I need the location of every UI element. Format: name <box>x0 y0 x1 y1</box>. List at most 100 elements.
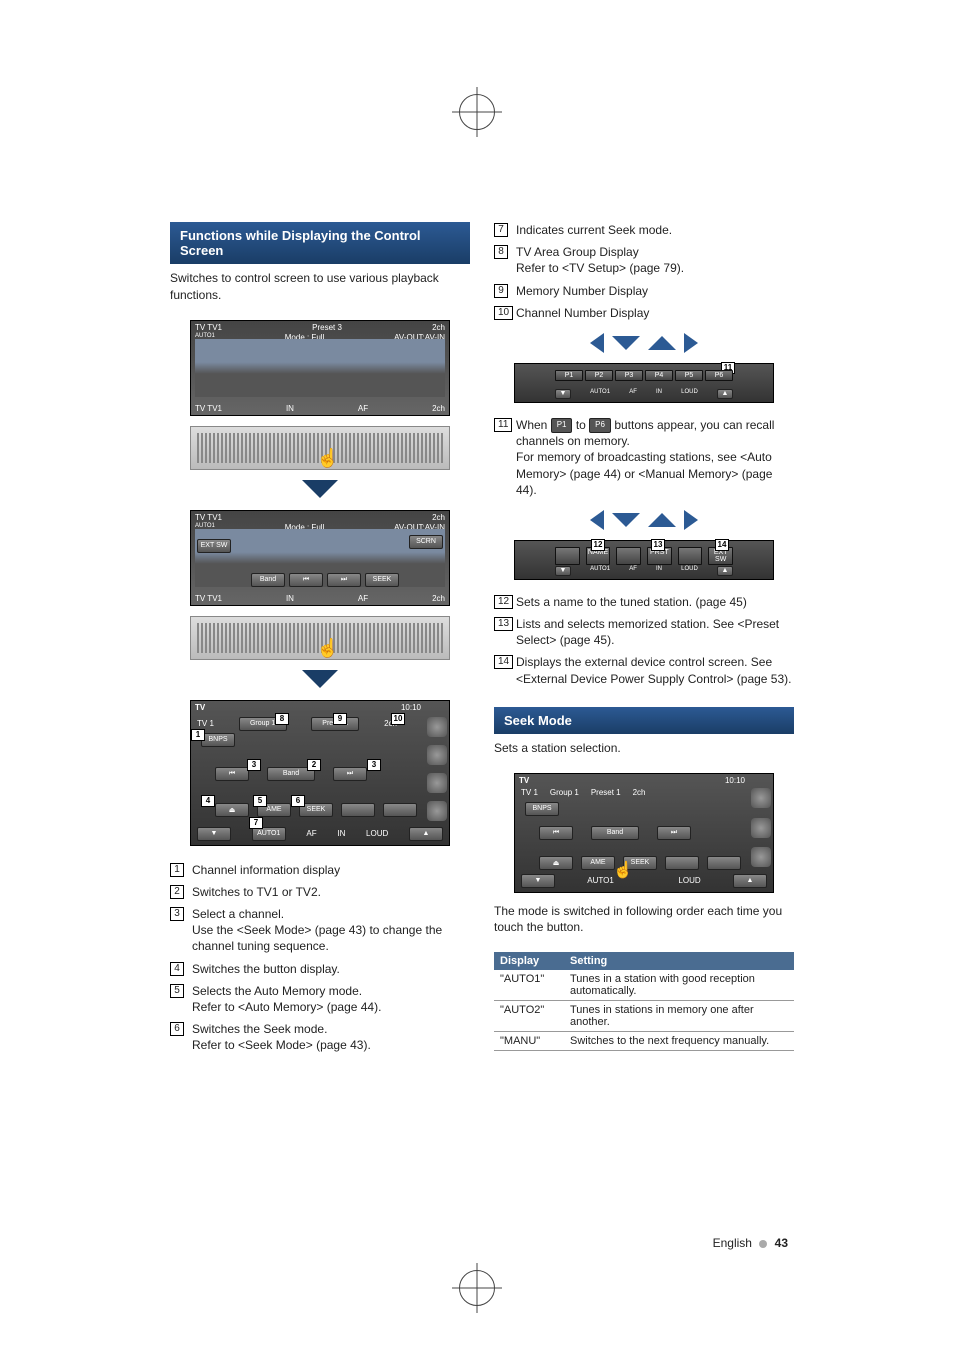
up-arrow-button[interactable]: ▲ <box>409 827 443 841</box>
th-display: Display <box>494 952 564 970</box>
callout-14: 14 <box>715 539 729 551</box>
item-sub: For memory of broadcasting stations, see… <box>516 449 794 498</box>
up-icon <box>648 336 676 350</box>
item-text: Selects the Auto Memory mode. <box>192 984 362 998</box>
blank-button[interactable] <box>616 547 641 565</box>
preset-label: Preset 1 <box>591 788 621 797</box>
next-button[interactable]: ⏭ <box>327 573 361 587</box>
ext-sw-button[interactable]: EXT SW <box>197 539 231 553</box>
th-setting: Setting <box>564 952 794 970</box>
nav-arrows <box>494 333 794 353</box>
preset-strip-2: NAME PRST EXT SW 12 13 14 ▼ AUTO1 AF IN … <box>514 540 774 580</box>
p3-button[interactable]: P3 <box>615 370 643 381</box>
prev-button[interactable]: ⏮ <box>215 767 249 781</box>
down-arrow-button[interactable]: ▼ <box>197 827 231 841</box>
blank-button[interactable] <box>707 856 741 870</box>
loud-label: LOUD <box>366 829 388 838</box>
switch-button[interactable]: ⏏ <box>215 803 249 817</box>
label: TV TV1 <box>195 594 222 603</box>
p2-button[interactable]: P2 <box>585 370 613 381</box>
down-arrow-button[interactable]: ▼ <box>555 566 571 576</box>
up-arrow-button[interactable]: ▲ <box>717 389 733 399</box>
p4-button[interactable]: P4 <box>645 370 673 381</box>
right-callout-list-2: 12Sets a name to the tuned station. (pag… <box>494 594 794 693</box>
blank-button[interactable] <box>383 803 417 817</box>
af-label: AF <box>629 389 637 399</box>
next-button[interactable]: ⏭ <box>657 826 691 840</box>
down-arrow-button[interactable]: ▼ <box>521 874 555 888</box>
in-label: IN <box>337 829 345 838</box>
label: IN <box>286 404 294 413</box>
side-icon[interactable] <box>427 801 447 821</box>
tv-screen-preview-2: TV TV1 2ch AUTO1 Mode : Full AV-OUT:AV-I… <box>190 510 450 606</box>
side-icon[interactable] <box>751 788 771 808</box>
right-column: 7Indicates current Seek mode. 8TV Area G… <box>494 222 794 1059</box>
p1-button[interactable]: P1 <box>555 370 583 381</box>
item-text: Indicates current Seek mode. <box>516 223 672 237</box>
text: to <box>576 418 589 432</box>
prev-button[interactable]: ⏮ <box>539 826 573 840</box>
switch-button[interactable]: ⏏ <box>539 856 573 870</box>
num-box: 3 <box>170 907 184 921</box>
spectrum-display-1: ☝ <box>190 426 450 470</box>
arrow-down-icon <box>302 480 338 498</box>
auto-label: AUTO1 <box>590 389 610 399</box>
seek-button[interactable]: SEEK <box>365 573 399 587</box>
side-icon[interactable] <box>427 773 447 793</box>
item-text: Channel Number Display <box>516 306 649 320</box>
title: TV <box>519 776 529 785</box>
left-column: Functions while Displaying the Control S… <box>170 222 470 1059</box>
prev-icon <box>590 333 604 353</box>
bnps-button[interactable]: BNPS <box>525 802 559 816</box>
hand-icon: ☝ <box>317 638 339 659</box>
item-text: Channel information display <box>192 863 340 877</box>
spectrum-display-2: ☝ <box>190 616 450 660</box>
scrn-button[interactable]: SCRN <box>409 535 443 549</box>
side-icon[interactable] <box>751 818 771 838</box>
band-button[interactable]: Band <box>591 826 639 840</box>
item-sub: Refer to <Auto Memory> (page 44). <box>192 999 470 1015</box>
auto-label: AUTO1 <box>590 566 610 576</box>
cell-setting: Switches to the next frequency manually. <box>564 1032 794 1051</box>
time-label: 10:10 <box>401 703 421 712</box>
band-button[interactable]: Band <box>251 573 285 587</box>
tv1-label: TV 1 <box>521 788 538 797</box>
blank-button[interactable] <box>555 547 580 565</box>
up-arrow-button[interactable]: ▲ <box>733 874 767 888</box>
down-icon <box>612 513 640 527</box>
title: TV <box>195 703 205 712</box>
callout-4: 4 <box>201 795 215 807</box>
callout-10: 10 <box>391 713 405 725</box>
auto-button[interactable]: AUTO1 <box>252 827 286 841</box>
p5-button[interactable]: P5 <box>675 370 703 381</box>
bnps-button[interactable]: BNPS <box>201 733 235 747</box>
blank-button[interactable] <box>341 803 375 817</box>
label: AF <box>358 594 368 603</box>
blank-button[interactable] <box>665 856 699 870</box>
item-text: Sets a name to the tuned station. (page … <box>516 595 747 609</box>
label: 2ch <box>432 594 445 603</box>
cell-setting: Tunes in a station with good reception a… <box>564 970 794 1001</box>
item-text: Memory Number Display <box>516 284 648 298</box>
side-icon[interactable] <box>427 717 447 737</box>
next-button[interactable]: ⏭ <box>333 767 367 781</box>
ame-button[interactable]: AME <box>581 856 615 870</box>
down-arrow-button[interactable]: ▼ <box>555 389 571 399</box>
num-box: 7 <box>494 223 508 237</box>
p6-button[interactable]: P6 <box>705 370 733 381</box>
side-icon[interactable] <box>427 745 447 765</box>
item-sub: Refer to <Seek Mode> (page 43). <box>192 1037 470 1053</box>
prev-button[interactable]: ⏮ <box>289 573 323 587</box>
tv-screen-preview-1: TV TV1 Preset 3 2ch AUTO1 Mode : Full AV… <box>190 320 450 416</box>
side-icon[interactable] <box>751 847 771 867</box>
left-callout-list: 1Channel information display 2Switches t… <box>170 862 470 1060</box>
num-box: 6 <box>170 1022 184 1036</box>
seek-desc: Sets a station selection. <box>494 740 794 757</box>
tv1-label: TV 1 <box>197 719 214 728</box>
num-box: 14 <box>494 655 513 669</box>
blank-button[interactable] <box>678 547 703 565</box>
loud-label: LOUD <box>678 876 700 885</box>
label: Preset 3 <box>312 323 342 332</box>
dot-icon <box>759 1240 767 1248</box>
up-arrow-button[interactable]: ▲ <box>717 566 733 576</box>
